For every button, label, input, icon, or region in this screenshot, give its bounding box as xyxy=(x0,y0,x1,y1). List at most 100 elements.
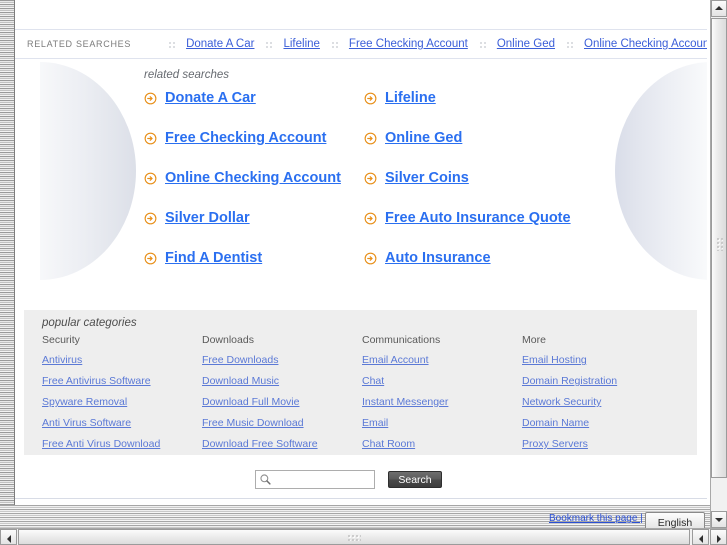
link-item-online-checking-account[interactable]: Online Checking Account xyxy=(144,170,364,186)
horizontal-scrollbar-thumb[interactable] xyxy=(18,529,690,545)
left-arc-decoration xyxy=(40,62,136,280)
category-link[interactable]: Download Music xyxy=(202,375,362,387)
link-label[interactable]: Free Auto Insurance Quote xyxy=(385,210,571,226)
related-searches-label: RELATED SEARCHES xyxy=(27,39,132,49)
link-item-silver-coins[interactable]: Silver Coins xyxy=(364,170,584,186)
scroll-right-button[interactable] xyxy=(710,529,727,545)
link-row: Free Checking Account Online Ged xyxy=(144,130,604,170)
search-button[interactable]: Search xyxy=(388,471,442,488)
scroll-down-button[interactable] xyxy=(711,511,727,528)
scrollbar-grip-icon xyxy=(716,237,723,251)
link-item-free-checking-account[interactable]: Free Checking Account xyxy=(144,130,364,146)
triangle-down-icon xyxy=(715,518,723,522)
circle-arrow-right-icon xyxy=(144,172,157,184)
category-heading: Security xyxy=(42,334,80,346)
category-link[interactable]: Free Anti Virus Download xyxy=(42,438,202,450)
category-link[interactable]: Chat xyxy=(362,375,522,387)
link-row: Find A Dentist Auto Insurance xyxy=(144,250,604,290)
circle-arrow-right-icon xyxy=(144,132,157,144)
link-row: Online Checking Account Silver Coins xyxy=(144,170,604,210)
link-label[interactable]: Silver Coins xyxy=(385,170,469,186)
category-link[interactable]: Antivirus xyxy=(42,354,202,366)
category-link[interactable]: Proxy Servers xyxy=(522,438,682,450)
scroll-left-button[interactable] xyxy=(0,529,17,545)
category-link[interactable]: Anti Virus Software xyxy=(42,417,202,429)
category-link[interactable]: Email Hosting xyxy=(522,354,682,366)
circle-arrow-right-icon xyxy=(364,92,377,104)
triangle-left-icon xyxy=(6,535,11,543)
page-content: RELATED SEARCHES Donate A Car Lifeline F… xyxy=(15,0,707,505)
browser-window: RELATED SEARCHES Donate A Car Lifeline F… xyxy=(0,0,727,545)
related-searches-grid: Donate A Car Lifeline Free Checking Acco… xyxy=(144,90,604,290)
circle-arrow-right-icon xyxy=(364,252,377,264)
link-row: Silver Dollar Free Auto Insurance Quote xyxy=(144,210,604,250)
link-label[interactable]: Lifeline xyxy=(385,90,436,106)
topbar-link-online-checking-account[interactable]: Online Checking Account xyxy=(584,38,707,50)
link-label[interactable]: Find A Dentist xyxy=(165,250,262,266)
horizontal-scrollbar[interactable] xyxy=(0,528,727,545)
category-link[interactable]: Free Downloads xyxy=(202,354,362,366)
category-column-communications: Communications Email Account Chat Instan… xyxy=(362,334,522,459)
search-field-wrapper[interactable] xyxy=(255,470,375,489)
dot-separator-icon xyxy=(330,39,338,49)
circle-arrow-right-icon xyxy=(364,172,377,184)
triangle-left-icon xyxy=(698,535,703,543)
category-heading: Downloads xyxy=(202,334,254,346)
category-link[interactable]: Domain Name xyxy=(522,417,682,429)
link-item-auto-insurance[interactable]: Auto Insurance xyxy=(364,250,584,266)
vertical-scrollbar-thumb[interactable] xyxy=(711,18,727,478)
related-searches-bar: RELATED SEARCHES Donate A Car Lifeline F… xyxy=(15,29,707,59)
link-row: Donate A Car Lifeline xyxy=(144,90,604,130)
link-item-lifeline[interactable]: Lifeline xyxy=(364,90,584,106)
link-label[interactable]: Online Ged xyxy=(385,130,462,146)
category-heading: Communications xyxy=(362,334,441,346)
link-item-free-auto-insurance-quote[interactable]: Free Auto Insurance Quote xyxy=(364,210,584,226)
circle-arrow-right-icon xyxy=(144,92,157,104)
category-link[interactable]: Download Free Software xyxy=(202,438,362,450)
category-link[interactable]: Instant Messenger xyxy=(362,396,522,408)
category-column-more: More Email Hosting Domain Registration N… xyxy=(522,334,682,459)
category-column-security: Security Antivirus Free Antivirus Softwa… xyxy=(42,334,202,459)
topbar-link-online-ged[interactable]: Online Ged xyxy=(497,38,555,50)
dot-separator-icon xyxy=(265,39,273,49)
link-item-online-ged[interactable]: Online Ged xyxy=(364,130,584,146)
link-label[interactable]: Donate A Car xyxy=(165,90,256,106)
category-link[interactable]: Download Full Movie xyxy=(202,396,362,408)
circle-arrow-right-icon xyxy=(144,252,157,264)
category-link[interactable]: Free Music Download xyxy=(202,417,362,429)
topbar-link-lifeline[interactable]: Lifeline xyxy=(283,38,319,50)
link-item-donate-a-car[interactable]: Donate A Car xyxy=(144,90,364,106)
link-item-silver-dollar[interactable]: Silver Dollar xyxy=(144,210,364,226)
link-label[interactable]: Silver Dollar xyxy=(165,210,250,226)
related-searches-heading: related searches xyxy=(144,69,230,81)
link-label[interactable]: Online Checking Account xyxy=(165,170,341,186)
vertical-scrollbar[interactable] xyxy=(710,0,727,528)
category-link[interactable]: Domain Registration xyxy=(522,375,682,387)
link-item-find-a-dentist[interactable]: Find A Dentist xyxy=(144,250,364,266)
category-link[interactable]: Spyware Removal xyxy=(42,396,202,408)
topbar-link-free-checking-account[interactable]: Free Checking Account xyxy=(349,38,468,50)
popular-categories-panel: popular categories Security Antivirus Fr… xyxy=(24,310,697,455)
magnifier-icon xyxy=(260,474,271,485)
link-label[interactable]: Auto Insurance xyxy=(385,250,491,266)
category-link[interactable]: Email xyxy=(362,417,522,429)
category-heading: More xyxy=(522,334,546,346)
category-link[interactable]: Free Antivirus Software xyxy=(42,375,202,387)
circle-arrow-right-icon xyxy=(364,212,377,224)
category-link[interactable]: Email Account xyxy=(362,354,522,366)
scroll-left-button-2[interactable] xyxy=(692,529,709,545)
related-searches-links: Donate A Car Lifeline Free Checking Acco… xyxy=(157,38,707,50)
scroll-up-button[interactable] xyxy=(711,0,727,17)
dot-separator-icon xyxy=(566,39,574,49)
link-label[interactable]: Free Checking Account xyxy=(165,130,326,146)
bookmark-link[interactable]: Bookmark this page | xyxy=(549,513,643,524)
left-edge-decoration xyxy=(0,0,15,528)
triangle-right-icon xyxy=(716,535,721,543)
category-column-downloads: Downloads Free Downloads Download Music … xyxy=(202,334,362,459)
topbar-link-donate-a-car[interactable]: Donate A Car xyxy=(186,38,254,50)
category-link[interactable]: Network Security xyxy=(522,396,682,408)
search-input[interactable] xyxy=(274,471,374,488)
circle-arrow-right-icon xyxy=(364,132,377,144)
category-link[interactable]: Chat Room xyxy=(362,438,522,450)
search-row: Search xyxy=(255,470,442,489)
